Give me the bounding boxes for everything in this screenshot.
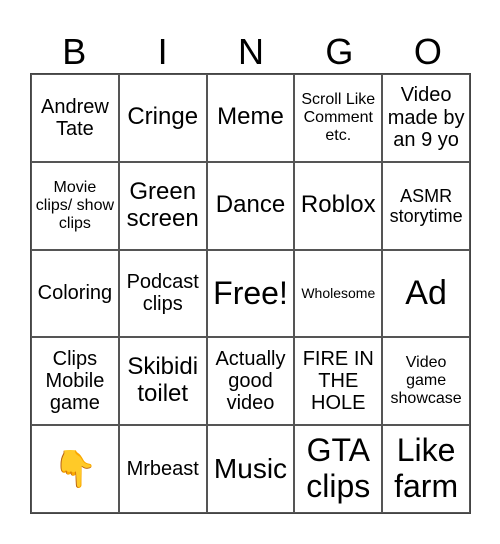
bingo-cell[interactable]: ASMR storytime (382, 161, 470, 250)
header-letter-b: B (62, 31, 87, 72)
bingo-cell[interactable]: Green screen (118, 161, 207, 250)
bingo-cell[interactable]: Like farm (382, 425, 470, 513)
bingo-cell[interactable]: Wholesome (294, 249, 383, 338)
free-space-cell[interactable]: Free! (206, 249, 295, 338)
bingo-cell[interactable]: Mrbeast (118, 425, 207, 513)
bingo-cell[interactable]: Dance (206, 161, 295, 250)
bingo-cell[interactable]: Roblox (294, 161, 383, 250)
bingo-cell[interactable]: Skibidi toilet (118, 337, 207, 426)
bingo-cell[interactable]: Clips Mobile game (31, 337, 119, 426)
bingo-cell[interactable]: FIRE IN THE HOLE (294, 337, 383, 426)
header-letter-i: I (157, 31, 168, 72)
bingo-cell[interactable]: Movie clips/ show clips (31, 161, 119, 250)
header-letter-n: N (238, 31, 265, 72)
bingo-grid: Andrew Tate Cringe Meme Scroll Like Comm… (30, 73, 471, 514)
bingo-cell[interactable]: GTA clips (294, 425, 383, 513)
bingo-cell[interactable]: Video made by an 9 yo (382, 74, 470, 162)
bingo-cell[interactable]: Coloring (31, 249, 119, 338)
bingo-cell[interactable]: Video game showcase (382, 337, 470, 426)
bingo-cell[interactable]: Andrew Tate (31, 74, 119, 162)
bingo-cell[interactable]: Scroll Like Comment etc. (294, 74, 383, 162)
bingo-header: B I N G O (30, 30, 472, 74)
bingo-cell[interactable]: Actually good video (206, 337, 295, 426)
bingo-cell[interactable]: Music (206, 425, 295, 513)
header-letter-g: G (325, 31, 354, 72)
bingo-cell[interactable]: Meme (206, 74, 295, 162)
bingo-cell[interactable]: Ad (382, 249, 470, 338)
header-letter-o: O (413, 31, 442, 72)
bingo-cell[interactable]: Podcast clips (118, 249, 207, 338)
bingo-cell[interactable]: Cringe (118, 74, 207, 162)
pointing-down-hand-icon[interactable]: 👇 (31, 425, 119, 513)
